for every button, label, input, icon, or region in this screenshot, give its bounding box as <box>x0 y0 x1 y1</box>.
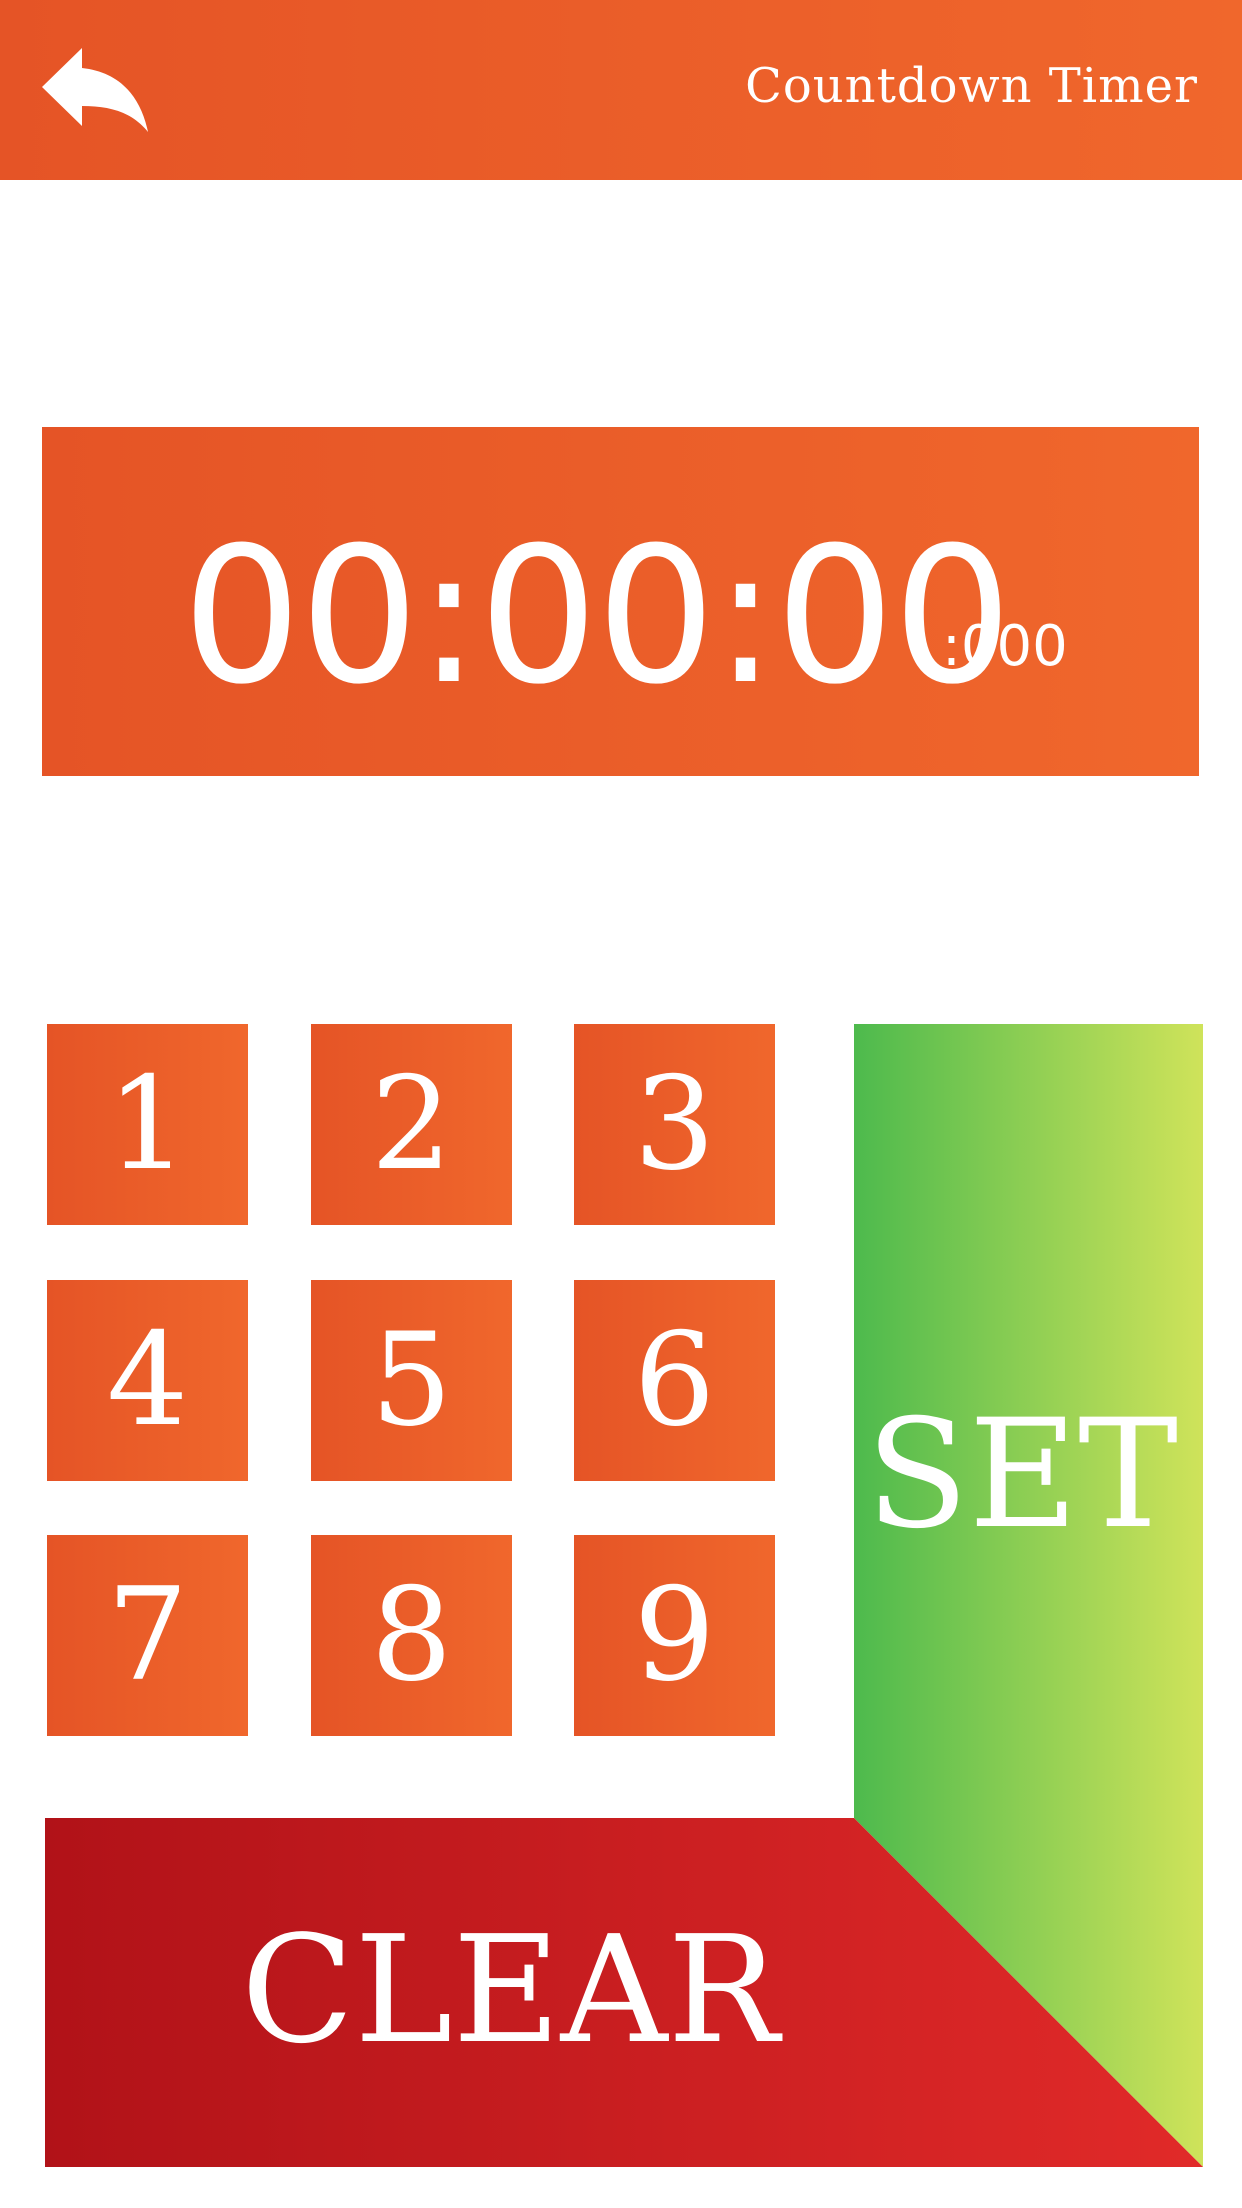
key-8[interactable]: 8 <box>311 1535 512 1736</box>
key-3[interactable]: 3 <box>574 1024 775 1225</box>
key-9[interactable]: 9 <box>574 1535 775 1736</box>
time-readout: 00:00:00 <box>182 507 1012 726</box>
key-1[interactable]: 1 <box>47 1024 248 1225</box>
page-title: Countdown Timer <box>745 58 1198 114</box>
key-7[interactable]: 7 <box>47 1535 248 1736</box>
milliseconds-readout: :000 <box>942 614 1068 679</box>
back-button[interactable] <box>38 42 150 138</box>
timer-display: 00:00:00 :000 <box>42 427 1199 776</box>
app-header: Countdown Timer <box>0 0 1242 180</box>
key-4[interactable]: 4 <box>47 1280 248 1481</box>
key-5[interactable]: 5 <box>311 1280 512 1481</box>
key-2[interactable]: 2 <box>311 1024 512 1225</box>
back-arrow-icon <box>42 48 148 132</box>
key-6[interactable]: 6 <box>574 1280 775 1481</box>
